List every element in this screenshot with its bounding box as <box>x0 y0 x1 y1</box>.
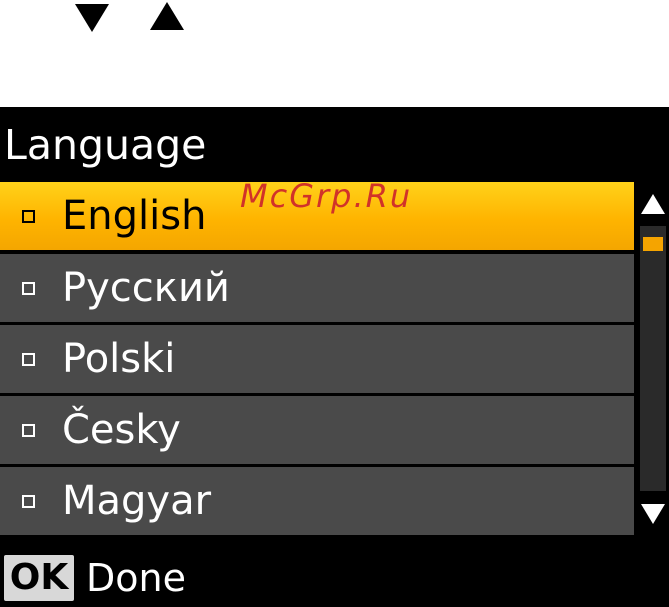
down-arrow-key-icon[interactable] <box>75 4 109 32</box>
list-scrollbar[interactable] <box>637 182 669 535</box>
radio-bullet-icon <box>22 210 35 223</box>
scrollbar-thumb[interactable] <box>643 237 663 251</box>
scroll-up-icon[interactable] <box>641 194 665 214</box>
up-arrow-key-icon[interactable] <box>150 2 184 30</box>
radio-bullet-icon <box>22 424 35 437</box>
scroll-down-icon[interactable] <box>641 504 665 524</box>
screen-footer: OK Done <box>0 547 669 607</box>
language-label: Русский <box>62 265 230 311</box>
language-label: Polski <box>62 336 176 382</box>
language-option-czech[interactable]: Česky <box>0 396 634 464</box>
language-option-english[interactable]: English <box>0 182 634 250</box>
language-label: English <box>62 193 207 239</box>
radio-bullet-icon <box>22 353 35 366</box>
language-list: English Русский Polski Česky Magyar <box>0 182 634 535</box>
screen-title: Language <box>4 121 207 169</box>
language-option-russian[interactable]: Русский <box>0 254 634 322</box>
language-label: Magyar <box>62 478 212 524</box>
language-option-polish[interactable]: Polski <box>0 325 634 393</box>
language-option-hungarian[interactable]: Magyar <box>0 467 634 535</box>
radio-bullet-icon <box>22 495 35 508</box>
navigation-keys <box>0 0 669 107</box>
lcd-screen: Language English Русский Polski Česky Ma… <box>0 107 669 607</box>
radio-bullet-icon <box>22 282 35 295</box>
ok-action-label: Done <box>86 556 186 600</box>
scrollbar-track <box>640 226 666 491</box>
ok-button[interactable]: OK <box>4 555 74 601</box>
language-label: Česky <box>62 407 181 453</box>
